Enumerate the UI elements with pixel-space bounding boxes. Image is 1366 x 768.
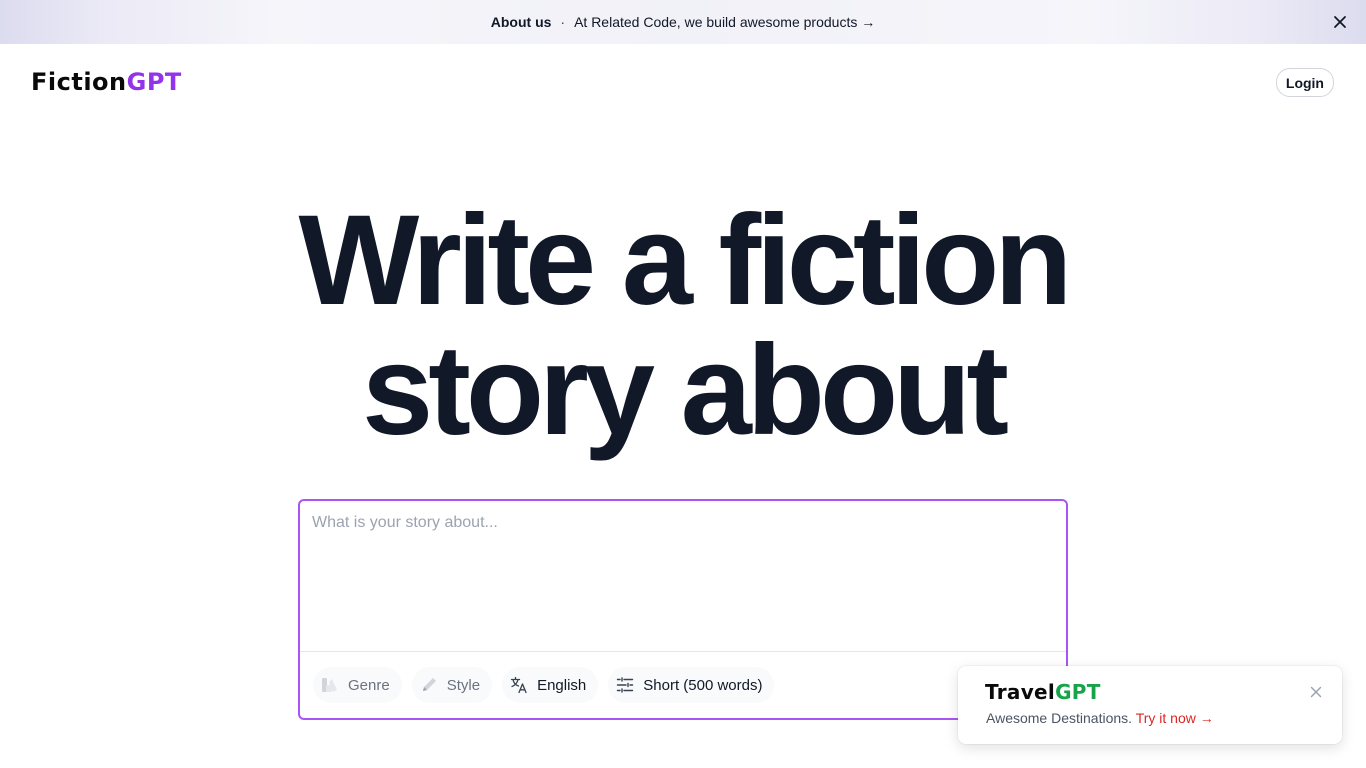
hero-line-1: Write a fiction (298, 189, 1073, 332)
story-composer: Genre Style English (298, 499, 1068, 720)
banner-link[interactable]: At Related Code, we build awesome produc… (574, 14, 875, 30)
composer-divider (300, 651, 1066, 652)
travelgpt-toast: TravelGPT Awesome Destinations. Try it n… (958, 666, 1342, 744)
toast-logo-gpt: GPT (1055, 680, 1101, 704)
logo-text-gpt: GPT (126, 68, 182, 96)
banner-separator: · (560, 14, 566, 30)
style-button[interactable]: Style (411, 667, 493, 703)
hero-line-2: story about (362, 319, 1009, 462)
story-input[interactable] (300, 501, 1066, 651)
toast-description-text: Awesome Destinations. (986, 710, 1133, 726)
banner-title[interactable]: About us (491, 14, 552, 30)
banner-close-icon[interactable] (1330, 12, 1350, 32)
composer-toolbar: Genre Style English Short (500 words) (313, 667, 775, 703)
pencil-icon (420, 676, 438, 694)
style-label: Style (446, 676, 481, 694)
genre-icon (321, 676, 339, 694)
toast-close-icon[interactable] (1308, 684, 1324, 700)
translate-icon (510, 676, 528, 694)
travelgpt-logo[interactable]: TravelGPT (985, 680, 1101, 704)
toast-logo-travel: Travel (985, 680, 1056, 704)
language-label: English (537, 676, 587, 694)
site-header: FictionGPT Login (0, 44, 1366, 120)
toast-description: Awesome Destinations. Try it now → (986, 710, 1214, 726)
announcement-banner: About us · At Related Code, we build awe… (0, 0, 1366, 44)
fictiongpt-logo[interactable]: FictionGPT (31, 68, 182, 96)
genre-button[interactable]: Genre (313, 667, 402, 703)
login-button[interactable]: Login (1275, 68, 1334, 97)
genre-label: Genre (348, 676, 390, 694)
language-button[interactable]: English (502, 667, 599, 703)
logo-text-fiction: Fiction (31, 68, 127, 96)
sliders-icon (616, 676, 634, 694)
length-label: Short (500 words) (643, 676, 763, 694)
hero-heading: Write a fiction story about (0, 196, 1366, 456)
toast-try-link[interactable]: Try it now → (1136, 710, 1214, 726)
length-button[interactable]: Short (500 words) (608, 667, 775, 703)
